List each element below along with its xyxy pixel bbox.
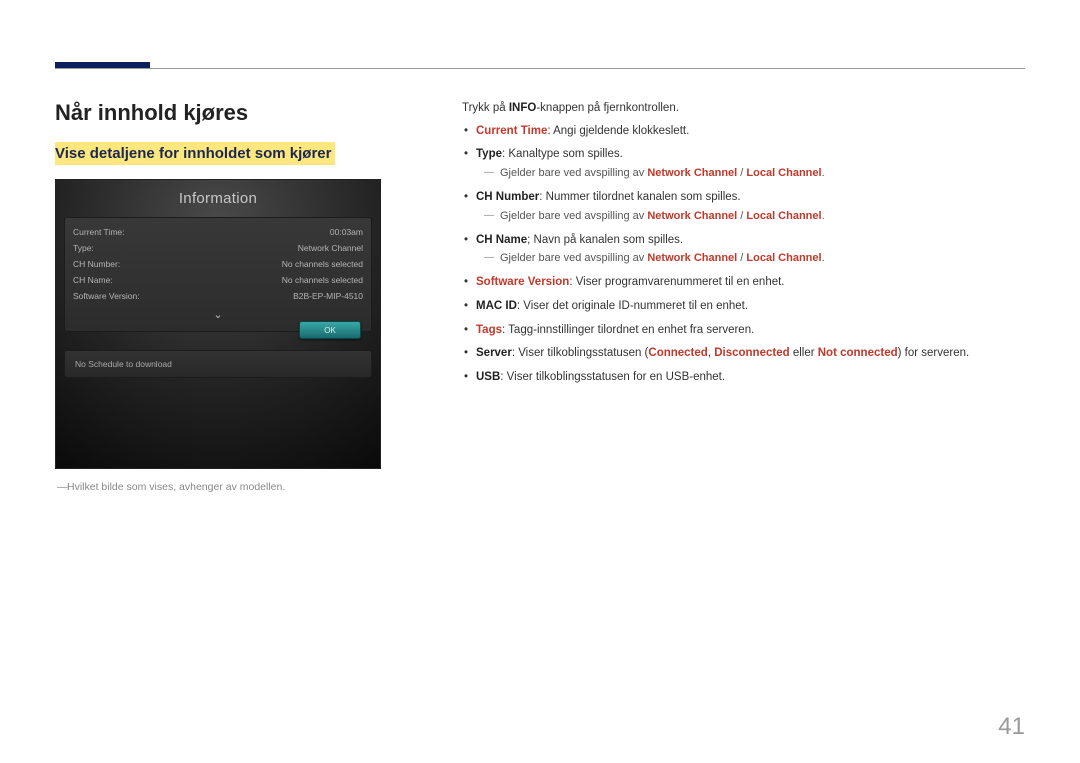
schedule-text: No Schedule to download	[75, 359, 172, 369]
list-item: CH Name; Navn på kanalen som spilles. Gj…	[462, 232, 1025, 268]
left-column: Når innhold kjøres Vise detaljene for in…	[55, 100, 450, 493]
intro-text: Trykk på INFO-knappen på fjernkontrollen…	[462, 100, 1025, 117]
header-rule	[55, 68, 1025, 69]
schedule-panel: No Schedule to download	[64, 350, 372, 378]
info-row: Software Version:B2B-EP-MIP-4510	[73, 288, 363, 304]
page-title: Når innhold kjøres	[55, 100, 450, 126]
list-item: CH Number: Nummer tilordnet kanalen som …	[462, 189, 1025, 225]
page-content: Når innhold kjøres Vise detaljene for in…	[55, 100, 1025, 493]
info-row: CH Name:No channels selected	[73, 272, 363, 288]
list-item: USB: Viser tilkoblingsstatusen for en US…	[462, 369, 1025, 386]
sub-note: Gjelder bare ved avspilling av Network C…	[476, 251, 1025, 267]
list-item: Type: Kanaltype som spilles. Gjelder bar…	[462, 146, 1025, 182]
page-number: 41	[998, 713, 1025, 741]
feature-list: Current Time: Angi gjeldende klokkeslett…	[462, 123, 1025, 386]
info-row: CH Number:No channels selected	[73, 256, 363, 272]
info-row: Type:Network Channel	[73, 240, 363, 256]
section-subtitle: Vise detaljene for innholdet som kjører	[55, 142, 335, 165]
list-item: Tags: Tagg-innstillinger tilordnet en en…	[462, 322, 1025, 339]
info-panel: Current Time:00:03am Type:Network Channe…	[64, 217, 372, 332]
ok-button[interactable]: OK	[299, 321, 361, 339]
footnote: ―Hvilket bilde som vises, avhenger av mo…	[55, 481, 450, 493]
tv-info-screenshot: Information Current Time:00:03am Type:Ne…	[55, 179, 381, 469]
list-item: Software Version: Viser programvarenumme…	[462, 274, 1025, 291]
list-item: Current Time: Angi gjeldende klokkeslett…	[462, 123, 1025, 140]
list-item: MAC ID: Viser det originale ID-nummeret …	[462, 298, 1025, 315]
sub-note: Gjelder bare ved avspilling av Network C…	[476, 209, 1025, 225]
right-column: Trykk på INFO-knappen på fjernkontrollen…	[450, 100, 1025, 493]
info-row: Current Time:00:03am	[73, 224, 363, 240]
list-item: Server: Viser tilkoblingsstatusen (Conne…	[462, 345, 1025, 362]
info-panel-title: Information	[56, 180, 380, 213]
sub-note: Gjelder bare ved avspilling av Network C…	[476, 166, 1025, 182]
chevron-down-icon: ⌄	[73, 304, 363, 321]
